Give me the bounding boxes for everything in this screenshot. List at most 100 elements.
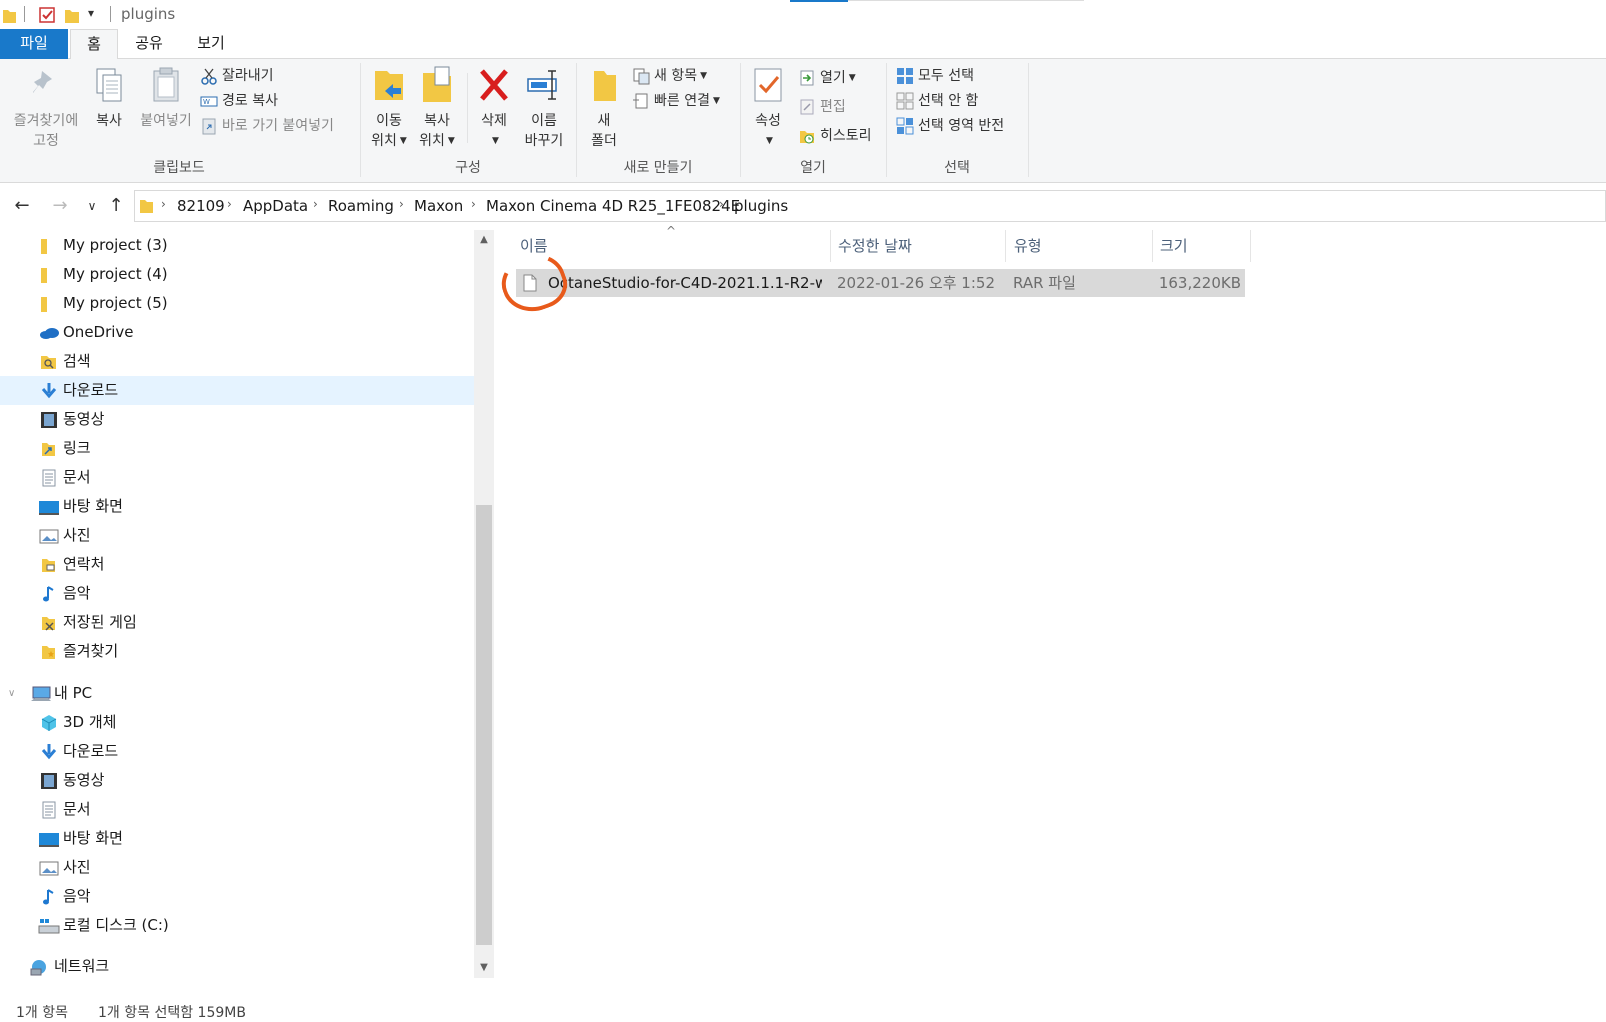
column-header-name[interactable]: 이름 bbox=[512, 230, 830, 262]
nav-item-music-pc[interactable]: 음악 bbox=[0, 882, 474, 911]
nav-item-downloads-pc[interactable]: 다운로드 bbox=[0, 737, 474, 766]
nav-item-label: 다운로드 bbox=[63, 742, 119, 760]
easy-access-button[interactable]: 빠른 연결 ▼ bbox=[632, 90, 720, 112]
breadcrumb-appdata[interactable]: AppData bbox=[243, 197, 308, 215]
nav-item-videos[interactable]: 동영상 bbox=[0, 405, 474, 434]
breadcrumb-chevron-icon[interactable]: › bbox=[471, 197, 476, 211]
pin-to-quick-access-button[interactable]: 즐겨찾기에 고정 bbox=[6, 65, 86, 151]
column-header-date-modified[interactable]: 수정한 날짜 bbox=[830, 230, 1005, 262]
nav-item-my-project-3[interactable]: My project (3) bbox=[0, 231, 474, 260]
column-header-type[interactable]: 유형 bbox=[1006, 230, 1152, 262]
nav-item-contacts[interactable]: 연락처 bbox=[0, 550, 474, 579]
new-item-button[interactable]: 새 항목 ▼ bbox=[632, 65, 707, 87]
nav-item-search[interactable]: 검색 bbox=[0, 347, 474, 376]
column-separator[interactable] bbox=[1250, 230, 1251, 262]
tab-share[interactable]: 공유 bbox=[122, 29, 176, 59]
history-button[interactable]: 히스토리 bbox=[798, 125, 872, 147]
new-item-label: 새 항목 bbox=[654, 68, 698, 84]
nav-item-pictures[interactable]: 사진 bbox=[0, 521, 474, 550]
nav-item-3d-objects[interactable]: 3D 개체 bbox=[0, 708, 474, 737]
nav-item-onedrive[interactable]: OneDrive bbox=[0, 318, 474, 347]
breadcrumb-plugins[interactable]: plugins bbox=[734, 197, 788, 215]
breadcrumb-maxon-cinema-4d[interactable]: Maxon Cinema 4D R25_1FE0824E bbox=[486, 197, 740, 215]
nav-item-music[interactable]: 음악 bbox=[0, 579, 474, 608]
folder-icon[interactable] bbox=[2, 6, 16, 24]
breadcrumb-maxon[interactable]: Maxon bbox=[414, 197, 463, 215]
desktop-icon bbox=[39, 833, 59, 847]
links-icon bbox=[42, 443, 55, 456]
recent-locations-chevron-icon[interactable]: ∨ bbox=[80, 194, 104, 218]
breadcrumb-roaming[interactable]: Roaming bbox=[328, 197, 394, 215]
pin-label-line2: 고정 bbox=[33, 133, 59, 149]
delete-button[interactable]: 삭제 ▼ bbox=[474, 65, 514, 151]
nav-item-local-disk-c[interactable]: 로컬 디스크 (C:) bbox=[0, 911, 474, 940]
invert-selection-button[interactable]: 선택 영역 반전 bbox=[896, 115, 1004, 137]
rename-button[interactable]: 이름 바꾸기 bbox=[518, 65, 570, 151]
select-none-button[interactable]: 선택 안 함 bbox=[896, 90, 978, 112]
cut-button[interactable]: 잘라내기 bbox=[200, 65, 274, 87]
nav-item-label: My project (4) bbox=[63, 265, 168, 283]
move-to-button[interactable]: 이동 위치 ▼ bbox=[366, 65, 412, 151]
nav-item-videos-pc[interactable]: 동영상 bbox=[0, 766, 474, 795]
nav-item-desktop[interactable]: 바탕 화면 bbox=[0, 492, 474, 521]
nav-item-this-pc[interactable]: ∨ 내 PC bbox=[0, 679, 474, 708]
quick-access-dropdown-icon[interactable]: ▾ bbox=[88, 6, 94, 20]
properties-checkmark-icon[interactable] bbox=[38, 6, 56, 24]
nav-item-downloads[interactable]: 다운로드 bbox=[0, 376, 474, 405]
properties-button[interactable]: 속성 ▼ bbox=[746, 65, 790, 151]
nav-item-saved-games[interactable]: 저장된 게임 bbox=[0, 608, 474, 637]
nav-item-my-project-4[interactable]: My project (4) bbox=[0, 260, 474, 289]
open-button[interactable]: 열기 ▼ bbox=[798, 67, 856, 89]
table-row[interactable]: OctaneStudio-for-C4D-2021.1.1-R2-win....… bbox=[494, 245, 1245, 321]
nav-item-documents-pc[interactable]: 문서 bbox=[0, 795, 474, 824]
edit-button[interactable]: 편집 bbox=[798, 96, 846, 118]
nav-item-links[interactable]: 링크 bbox=[0, 434, 474, 463]
chevron-down-icon: ▼ bbox=[700, 71, 708, 81]
nav-item-favorites[interactable]: 즐겨찾기 bbox=[0, 637, 474, 666]
breadcrumb-chevron-icon[interactable]: › bbox=[161, 197, 166, 211]
group-separator bbox=[886, 63, 887, 177]
scroll-up-arrow-icon[interactable]: ▲ bbox=[474, 230, 494, 250]
nav-item-my-project-5[interactable]: My project (5) bbox=[0, 289, 474, 318]
document-icon bbox=[42, 469, 56, 487]
breadcrumb-chevron-icon[interactable]: › bbox=[227, 197, 232, 211]
paste-button[interactable]: 붙여넣기 bbox=[134, 65, 198, 131]
new-folder-icon[interactable] bbox=[64, 6, 80, 24]
new-group-label: 새로 만들기 bbox=[623, 160, 693, 176]
back-arrow-icon[interactable]: ← bbox=[10, 194, 34, 218]
up-arrow-icon[interactable]: ↑ bbox=[104, 194, 128, 218]
nav-item-desktop-pc[interactable]: 바탕 화면 bbox=[0, 824, 474, 853]
nav-item-label: 즐겨찾기 bbox=[63, 642, 119, 660]
tab-home[interactable]: 홈 bbox=[70, 29, 118, 60]
tab-file[interactable]: 파일 bbox=[0, 29, 68, 59]
copy-path-button[interactable]: W 경로 복사 bbox=[200, 90, 278, 112]
address-bar[interactable]: › 82109 › AppData › Roaming › Maxon › Ma… bbox=[134, 190, 1606, 222]
music-icon bbox=[43, 889, 54, 905]
scroll-down-arrow-icon[interactable]: ▼ bbox=[474, 958, 494, 978]
folder-icon bbox=[41, 297, 47, 312]
nav-item-label: My project (5) bbox=[63, 294, 168, 312]
select-all-button[interactable]: 모두 선택 bbox=[896, 65, 974, 87]
nav-item-network[interactable]: 네트워크 bbox=[0, 952, 474, 981]
forward-arrow-icon[interactable]: → bbox=[48, 194, 72, 218]
chevron-down-icon[interactable]: ∨ bbox=[8, 679, 15, 708]
copy-button[interactable]: 복사 bbox=[88, 65, 130, 131]
breadcrumb-82109[interactable]: 82109 bbox=[177, 197, 225, 215]
nav-item-label: 저장된 게임 bbox=[63, 613, 137, 631]
scrollbar-thumb[interactable] bbox=[476, 505, 492, 945]
breadcrumb-chevron-icon[interactable]: › bbox=[719, 197, 724, 211]
tab-view[interactable]: 보기 bbox=[182, 29, 240, 59]
folder-icon bbox=[41, 239, 47, 254]
breadcrumb-chevron-icon[interactable]: › bbox=[399, 197, 404, 211]
paste-shortcut-button[interactable]: 바로 가기 붙여넣기 bbox=[200, 115, 334, 137]
new-folder-button[interactable]: 새 폴더 bbox=[582, 65, 626, 151]
nav-item-pictures-pc[interactable]: 사진 bbox=[0, 853, 474, 882]
nav-item-documents[interactable]: 문서 bbox=[0, 463, 474, 492]
copy-to-button[interactable]: 복사 위치 ▼ bbox=[414, 65, 460, 151]
navigation-pane-scrollbar[interactable]: ▲ ▼ bbox=[474, 230, 494, 978]
title-separator bbox=[110, 6, 111, 22]
breadcrumb-chevron-icon[interactable]: › bbox=[313, 197, 318, 211]
music-icon bbox=[43, 586, 54, 602]
column-header-size[interactable]: 크기 bbox=[1152, 230, 1250, 262]
copy-to-icon bbox=[423, 66, 451, 102]
